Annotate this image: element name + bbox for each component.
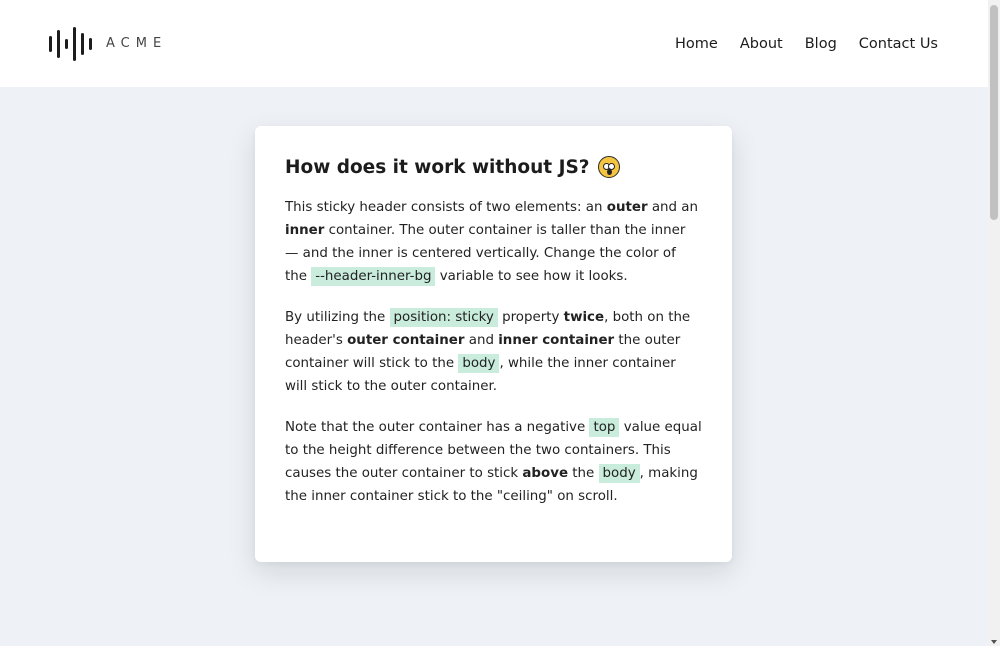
bold-text: twice <box>563 310 605 325</box>
card-title-text: How does it work without JS? <box>285 156 590 178</box>
scroll-down-arrow-icon[interactable] <box>991 640 997 644</box>
inline-code: top <box>589 418 620 437</box>
nav-about[interactable]: About <box>740 36 783 52</box>
acme-logo[interactable]: ACME <box>48 26 168 61</box>
nav-contact-us[interactable]: Contact Us <box>859 36 938 52</box>
bold-text: inner <box>285 223 325 238</box>
astonished-face-emoji-icon <box>597 156 620 178</box>
vertical-scrollbar[interactable] <box>988 0 1000 646</box>
main-nav: Home About Blog Contact Us <box>675 36 938 52</box>
scrollbar-thumb[interactable] <box>990 5 998 220</box>
text: By utilizing the <box>285 310 390 325</box>
paragraph-3: Note that the outer container has a nega… <box>285 416 702 508</box>
text: property <box>497 310 564 325</box>
nav-blog[interactable]: Blog <box>805 36 837 52</box>
text: This sticky header consists of two eleme… <box>285 200 607 215</box>
site-header: ACME Home About Blog Contact Us <box>0 0 988 87</box>
inline-code: body <box>458 354 500 373</box>
text: variable to see how it looks. <box>435 269 628 284</box>
bold-text: inner container <box>498 333 615 348</box>
bold-text: outer container <box>347 333 465 348</box>
inline-code: body <box>598 464 640 483</box>
card-title: How does it work without JS? <box>285 156 702 178</box>
bold-text: outer <box>606 200 648 215</box>
nav-home[interactable]: Home <box>675 36 718 52</box>
inline-code: --header-inner-bg <box>311 267 436 286</box>
info-card: How does it work without JS? This sticky… <box>255 126 732 562</box>
paragraph-2: By utilizing the position: sticky proper… <box>285 306 702 398</box>
paragraph-1: This sticky header consists of two eleme… <box>285 196 702 288</box>
text: the <box>568 466 599 481</box>
text: Note that the outer container has a nega… <box>285 420 590 435</box>
bold-text: above <box>522 466 569 481</box>
text: and <box>464 333 499 348</box>
inline-code: position: sticky <box>389 308 498 327</box>
soundwave-logo-icon <box>49 26 92 61</box>
text: and an <box>647 200 698 215</box>
logo-text: ACME <box>106 36 168 51</box>
